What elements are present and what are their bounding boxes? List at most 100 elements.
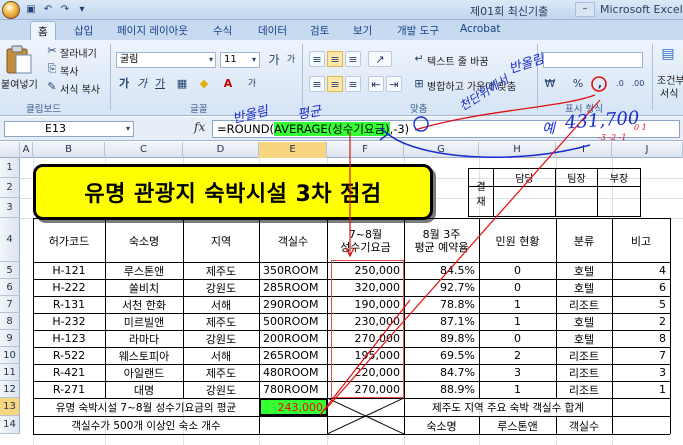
cut-label[interactable]: 잘라내기 xyxy=(60,45,97,60)
select-all-corner[interactable] xyxy=(0,142,20,158)
format-painter-icon[interactable]: ✎ xyxy=(44,79,60,95)
cell-permit-code[interactable]: R-522 xyxy=(33,347,105,364)
align-left-icon[interactable]: ≡ xyxy=(309,76,325,92)
row-header-5[interactable]: 5 xyxy=(0,262,20,279)
cell-complaints[interactable]: 2 xyxy=(479,347,556,364)
cell-booking-rate[interactable]: 89.8% xyxy=(404,330,479,347)
worksheet[interactable]: A B C D E F G H I J 1 2 3 4 5 6 7 8 9 10 xyxy=(0,142,683,445)
cell-room-count[interactable]: 480ROOM xyxy=(259,364,327,381)
number-format-input[interactable] xyxy=(543,52,643,68)
cell-region[interactable]: 강원도 xyxy=(183,279,259,296)
cell-permit-code[interactable]: R-421 xyxy=(33,364,105,381)
row-header-8[interactable]: 8 xyxy=(0,313,20,330)
cell-permit-code[interactable]: H-121 xyxy=(33,262,105,279)
cell-room-count[interactable]: 265ROOM xyxy=(259,347,327,364)
cell-lodging-name[interactable]: 서천 한화 xyxy=(105,296,183,313)
column-header-h[interactable]: H xyxy=(479,142,556,158)
row-header-13[interactable]: 13 xyxy=(0,398,20,416)
border-icon[interactable]: ▦ xyxy=(174,76,190,92)
tab-formulas[interactable]: 수식 xyxy=(213,23,232,38)
cell-note[interactable]: 7 xyxy=(612,347,670,364)
merge-icon[interactable]: ⊞ xyxy=(411,76,427,92)
cell-permit-code[interactable]: R-271 xyxy=(33,381,105,398)
italic-button[interactable]: 가 xyxy=(134,76,150,92)
decrease-decimal-icon[interactable]: .00 xyxy=(630,76,646,92)
cell-note[interactable]: 6 xyxy=(612,279,670,296)
cell-complaints[interactable]: 1 xyxy=(479,313,556,330)
column-header-a[interactable]: A xyxy=(20,142,33,158)
cell-lodging-name[interactable]: 대명 xyxy=(105,381,183,398)
cell-lodging-name[interactable]: 루스톤앤 xyxy=(105,262,183,279)
cell-complaints[interactable]: 0 xyxy=(479,262,556,279)
cell-complaints[interactable]: 1 xyxy=(479,296,556,313)
align-middle-icon[interactable]: ≡ xyxy=(327,51,343,67)
cell-note[interactable]: 2 xyxy=(612,313,670,330)
cut-icon[interactable]: ✂ xyxy=(44,43,60,59)
wrap-text-icon[interactable]: ↵ xyxy=(411,51,427,67)
cell-region[interactable]: 서해 xyxy=(183,347,259,364)
lodging-name-value[interactable]: 루스톤앤 xyxy=(479,417,556,434)
cell-room-count[interactable]: 290ROOM xyxy=(259,296,327,313)
cell-lodging-name[interactable]: 쏠비치 xyxy=(105,279,183,296)
cell-note[interactable]: 5 xyxy=(612,296,670,313)
format-painter-label[interactable]: 서식 복사 xyxy=(60,81,100,96)
phonetic-icon[interactable]: 가 xyxy=(244,76,260,92)
cell-region[interactable]: 제주도 xyxy=(183,364,259,381)
cell-booking-rate[interactable]: 84.5% xyxy=(404,262,479,279)
tab-data[interactable]: 데이터 xyxy=(258,23,287,38)
cell-region[interactable]: 제주도 xyxy=(183,313,259,330)
orientation-icon[interactable]: ↗ xyxy=(368,51,392,67)
column-header-e[interactable]: E xyxy=(259,142,327,158)
cell-booking-rate[interactable]: 84.7% xyxy=(404,364,479,381)
office-button[interactable] xyxy=(2,1,20,19)
cell-region[interactable]: 제주도 xyxy=(183,262,259,279)
cell-category[interactable]: 호텔 xyxy=(556,262,612,279)
cell-room-count[interactable]: 500ROOM xyxy=(259,313,327,330)
fill-color-icon[interactable]: ◆ xyxy=(196,76,212,92)
sheet-title-banner[interactable]: 유명 관광지 숙박시설 3차 점검 xyxy=(33,164,433,220)
cell-category[interactable]: 리조트 xyxy=(556,347,612,364)
name-box-dropdown-icon[interactable]: ▾ xyxy=(120,121,136,137)
cell-category[interactable]: 리조트 xyxy=(556,381,612,398)
copy-icon[interactable]: ⎘ xyxy=(44,61,60,77)
increase-font-size-button[interactable]: 가 xyxy=(266,52,282,68)
cell-permit-code[interactable]: R-131 xyxy=(33,296,105,313)
cell-booking-rate[interactable]: 92.7% xyxy=(404,279,479,296)
cell-category[interactable]: 호텔 xyxy=(556,330,612,347)
row-header-6[interactable]: 6 xyxy=(0,279,20,296)
column-header-i[interactable]: I xyxy=(556,142,612,158)
cell-region[interactable]: 강원도 xyxy=(183,330,259,347)
increase-indent-icon[interactable]: ⇥ xyxy=(386,76,402,92)
insert-function-icon[interactable]: fx xyxy=(194,120,205,134)
undo-icon[interactable]: ↶ xyxy=(41,3,55,17)
cell-booking-rate[interactable]: 69.5% xyxy=(404,347,479,364)
cell-lodging-name[interactable]: 미르빌앤 xyxy=(105,313,183,330)
cell-region[interactable]: 강원도 xyxy=(183,381,259,398)
paste-icon[interactable] xyxy=(4,44,34,76)
currency-button[interactable]: ₩ xyxy=(542,76,558,92)
wrap-text-label[interactable]: 텍스트 줄 바꿈 xyxy=(427,53,489,68)
row-header-12[interactable]: 12 xyxy=(0,381,20,398)
tab-insert[interactable]: 삽입 xyxy=(74,23,93,38)
column-header-j[interactable]: J xyxy=(612,142,683,158)
cell-category[interactable]: 리조트 xyxy=(556,364,612,381)
cell-complaints[interactable]: 1 xyxy=(479,381,556,398)
underline-button[interactable]: 가 xyxy=(152,76,168,92)
row-header-4[interactable]: 4 xyxy=(0,218,20,262)
cell-permit-code[interactable]: H-222 xyxy=(33,279,105,296)
row-header-3[interactable]: 3 xyxy=(0,198,20,218)
decrease-font-size-button[interactable]: 가 xyxy=(283,52,299,68)
cell-booking-rate[interactable]: 78.8% xyxy=(404,296,479,313)
cell-booking-rate[interactable]: 88.9% xyxy=(404,381,479,398)
align-center-icon[interactable]: ≡ xyxy=(327,76,343,92)
column-header-b[interactable]: B xyxy=(33,142,105,158)
cell-note[interactable]: 3 xyxy=(612,364,670,381)
decrease-indent-icon[interactable]: ⇤ xyxy=(368,76,384,92)
bold-button[interactable]: 가 xyxy=(116,76,132,92)
font-name-input[interactable]: 굴림 xyxy=(116,52,216,68)
copy-label[interactable]: 복사 xyxy=(60,63,78,78)
cell-note[interactable]: 4 xyxy=(612,262,670,279)
tab-review[interactable]: 검토 xyxy=(310,23,329,38)
row-header-10[interactable]: 10 xyxy=(0,347,20,364)
paste-label[interactable]: 붙여넣기 xyxy=(1,76,38,91)
